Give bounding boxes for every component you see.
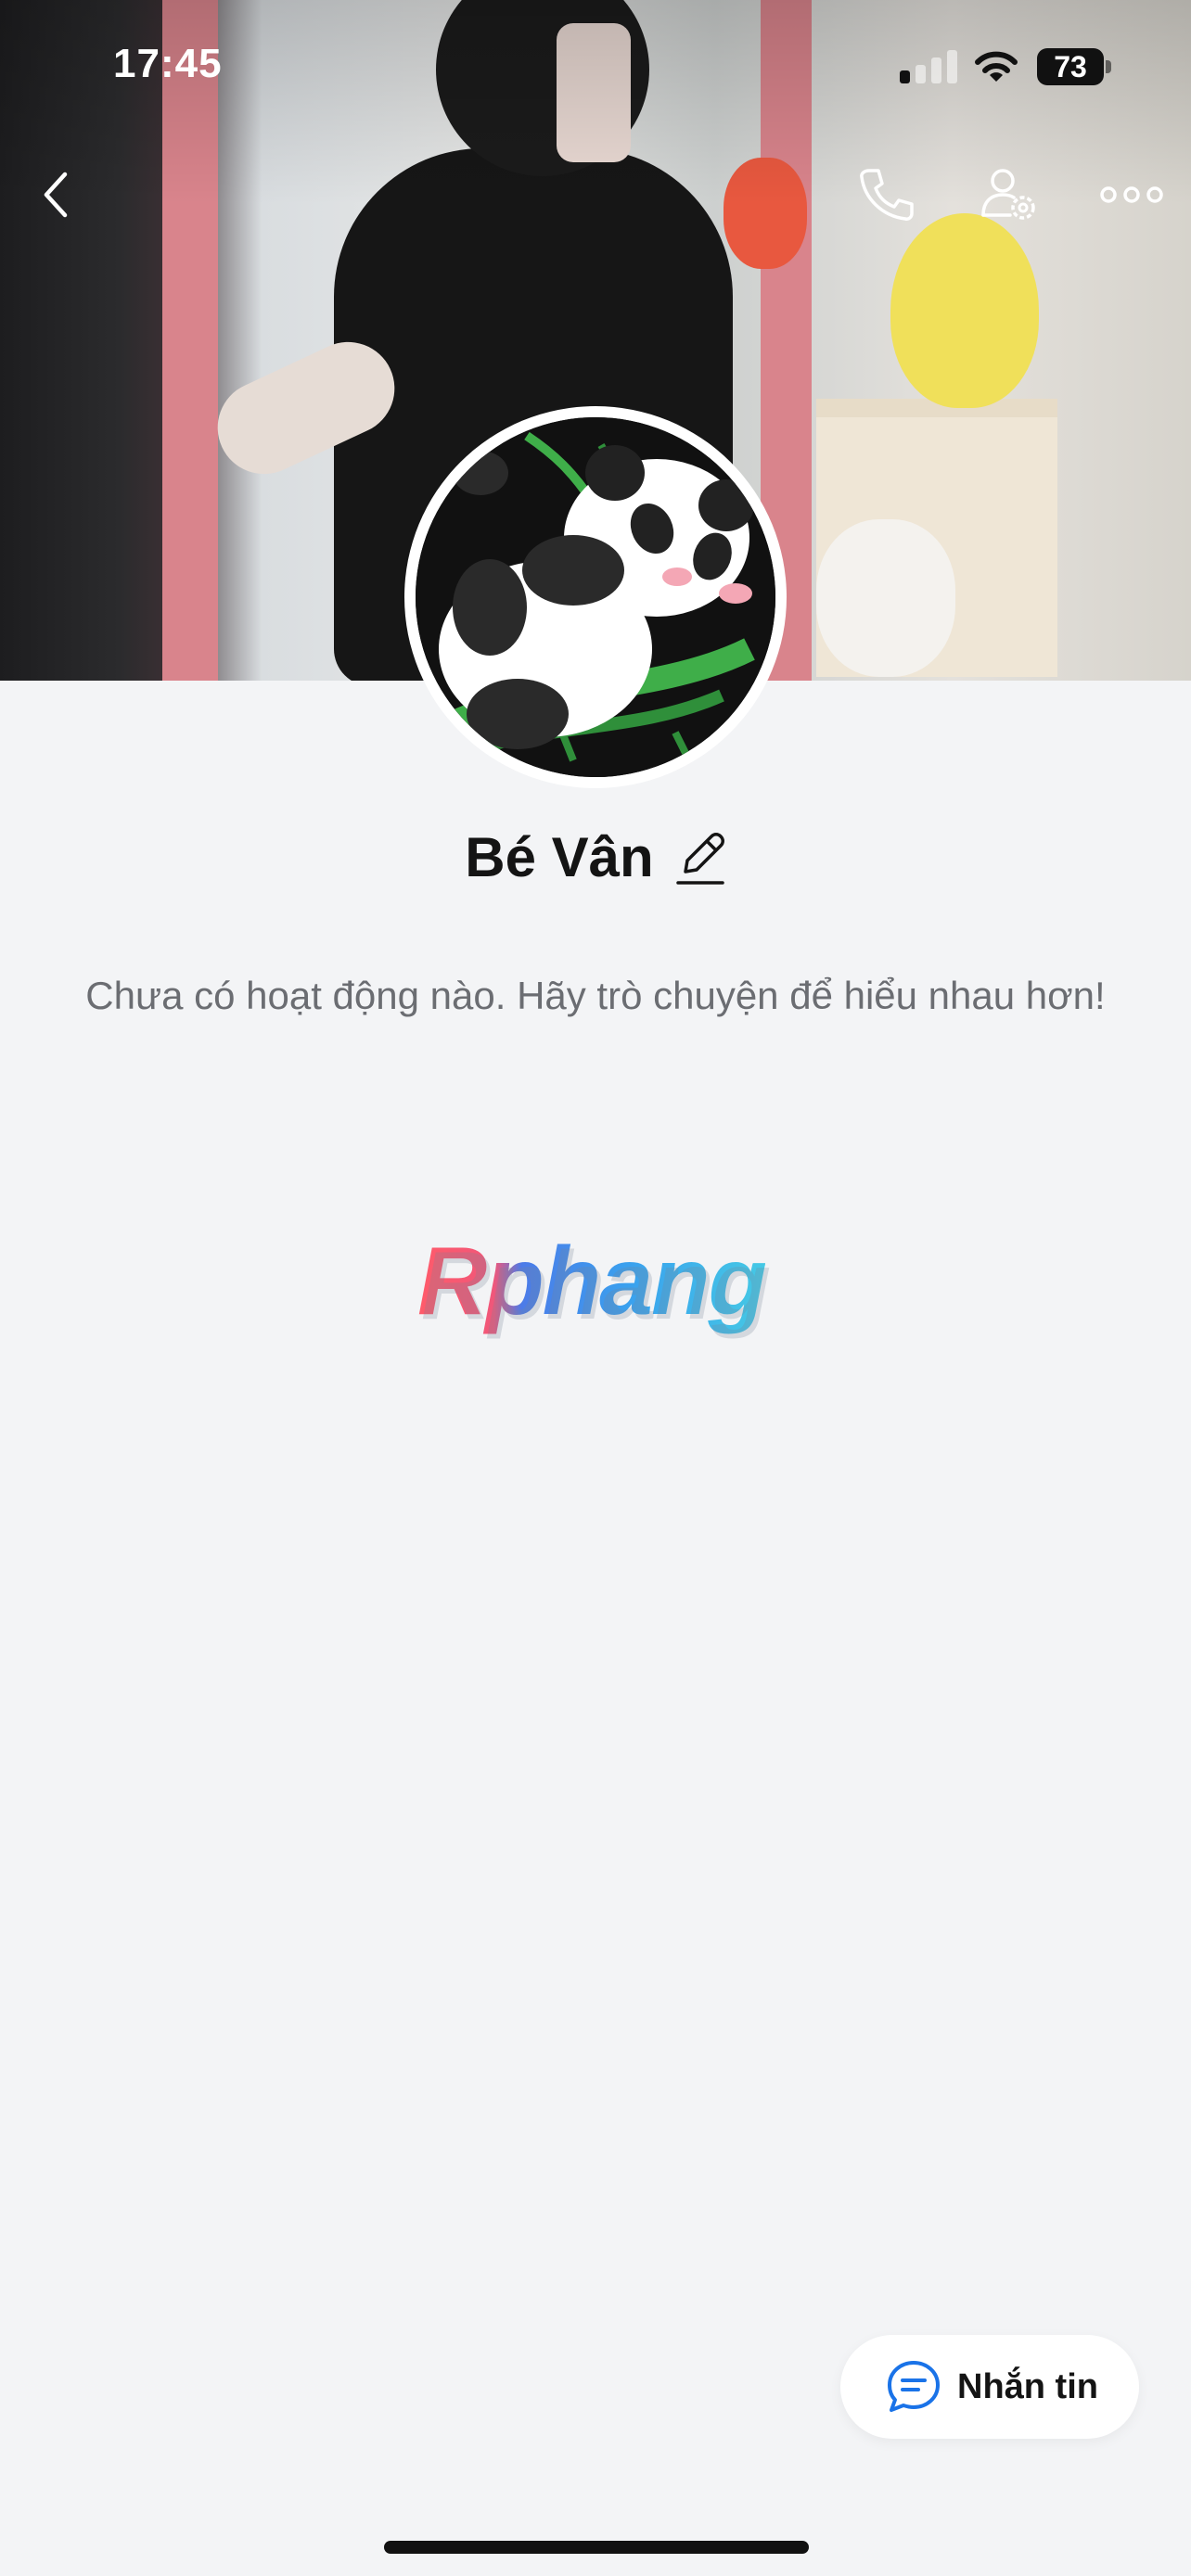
watermark-text: Rphang [417,1228,767,1335]
more-options-button[interactable] [1095,158,1169,232]
home-indicator [384,2541,809,2554]
message-button-label: Nhắn tin [957,2366,1098,2406]
battery-level: 73 [1054,50,1087,83]
chevron-left-icon [44,172,68,218]
message-button[interactable]: Nhắn tin [840,2335,1139,2439]
battery-icon: 73 [1037,48,1111,85]
pencil-icon[interactable] [674,829,726,886]
cellular-signal-icon [900,50,957,83]
status-bar: 17:45 73 [0,0,1191,130]
empty-activity-message: Chưa có hoạt động nào. Hãy trò chuyện để… [85,974,1106,1017]
user-settings-icon [981,169,1035,220]
chat-bubble-icon [888,2361,940,2412]
profile-name-row: Bé Vân [0,825,1191,889]
more-horizontal-icon [1100,186,1163,203]
profile-name: Bé Vân [465,826,654,888]
watermark-logo: Rphang [417,1226,779,1337]
back-button[interactable] [19,158,93,232]
profile-avatar[interactable] [404,406,787,788]
panda-avatar-image [416,417,775,777]
user-settings-button[interactable] [972,158,1046,232]
wifi-icon [972,46,1020,85]
call-button[interactable] [849,158,923,232]
phone-icon [860,169,914,221]
status-time: 17:45 [113,41,223,86]
